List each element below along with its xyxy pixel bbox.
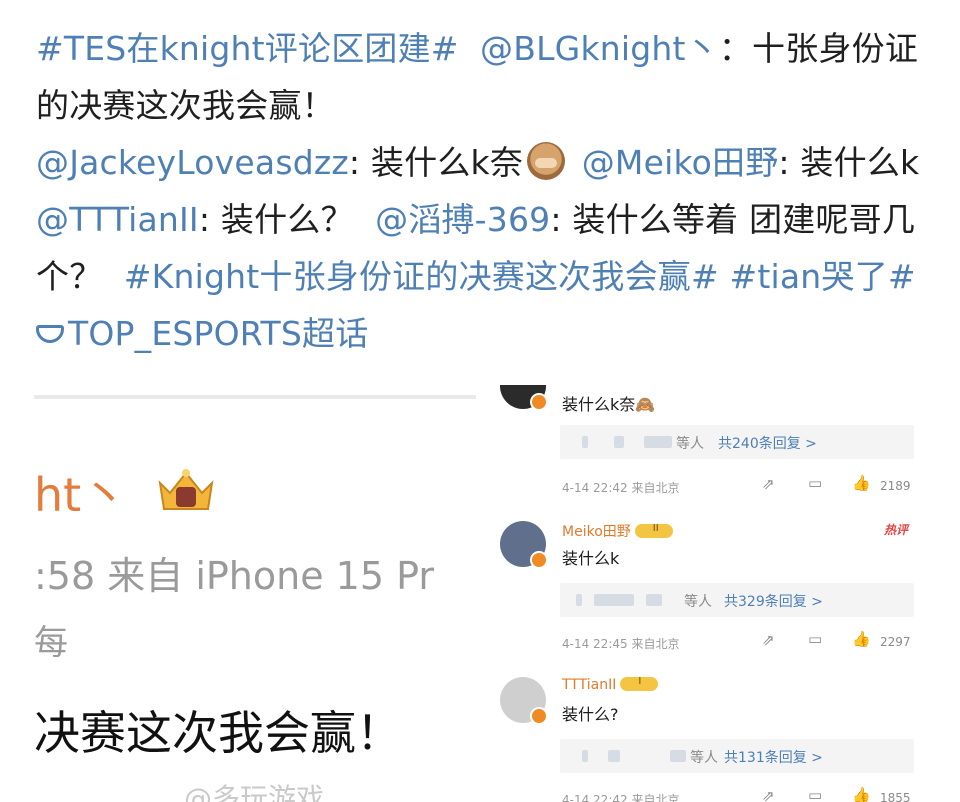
comment-time-location: 4-14 22:42 来自北京 — [562, 793, 680, 802]
reply-count[interactable]: 共240条回复 > — [718, 433, 817, 453]
reply-text-1: : 装什么k奈 — [348, 143, 524, 182]
like-count: 1855 — [880, 791, 911, 802]
reply-summary-box[interactable]: 等人 共329条回复 > — [560, 583, 914, 617]
commenter-name-text: TTTianII — [562, 677, 617, 693]
post-meta-fragment: :58 来自 iPhone 15 Pr — [34, 554, 434, 598]
divider — [34, 395, 476, 399]
post-text: #TES在knight评论区团建# @BLGknight丶：十张身份证的决赛这次… — [36, 20, 926, 362]
blurred-name — [670, 750, 686, 762]
comment-text: 装什么k — [562, 549, 620, 568]
supertopic-link[interactable]: TOP_ESPORTS超话 — [36, 314, 368, 353]
commenter-name[interactable]: Meiko田野 II — [562, 521, 673, 541]
reply-text-2: : 装什么k — [778, 143, 920, 182]
author-name-fragment: ht丶 — [34, 468, 128, 522]
hot-comment-badge: 热评 — [883, 523, 908, 537]
blurred-name — [646, 594, 662, 606]
hashtag-tian[interactable]: #tian哭了# — [730, 257, 916, 296]
hashtag-tes[interactable]: #TES在knight评论区团建# — [36, 29, 459, 68]
reply-count[interactable]: 共329条回复 > — [724, 591, 823, 611]
reply-text-3: : 装什么？ — [198, 200, 354, 239]
share-icon[interactable]: ⇗ — [762, 475, 775, 493]
reply-names: 等人 — [690, 750, 718, 766]
blurred-name — [644, 436, 672, 448]
level-badge-icon: I — [620, 676, 659, 691]
blurred-name — [614, 436, 624, 448]
reply-summary-box[interactable]: 等人 共131条回复 > — [560, 739, 914, 773]
left-screenshot: ht丶 :58 来自 iPhone 15 Pr 每 决赛这次我会赢！ @多玩游戏 — [34, 385, 476, 802]
comment-icon[interactable]: ▭ — [808, 786, 822, 802]
share-icon[interactable]: ⇗ — [762, 631, 775, 649]
like-icon[interactable]: 👍 — [852, 474, 871, 492]
crown-badge-icon — [158, 469, 214, 510]
comments-screenshot: 装什么k奈🙈 等人 共240条回复 > 4-14 22:42 来自北京 ⇗ ▭ … — [496, 385, 926, 802]
comment-text: 装什么k奈🙈 — [562, 395, 656, 414]
level-badge-icon: II — [634, 523, 673, 538]
commenter-name[interactable]: TTTianII I — [562, 676, 659, 693]
avatar[interactable] — [500, 677, 548, 725]
post-body-fragment: 决赛这次我会赢！ — [34, 706, 402, 760]
comment-time-location: 4-14 22:42 来自北京 — [562, 481, 680, 495]
like-icon[interactable]: 👍 — [852, 786, 871, 802]
mention-meiko[interactable]: @Meiko田野 — [582, 143, 779, 182]
blurred-name — [608, 750, 620, 762]
reply-summary-box[interactable]: 等人 共240条回复 > — [560, 425, 914, 459]
reply-count[interactable]: 共131条回复 > — [724, 747, 823, 767]
monkey-emoji-icon — [527, 142, 566, 180]
watermark: @多玩游戏 — [184, 782, 325, 802]
comment-icon[interactable]: ▭ — [808, 630, 822, 648]
blurred-name — [582, 750, 588, 762]
mention-tttian[interactable]: @TTTianII — [36, 200, 199, 239]
supertopic-diamond-icon — [36, 325, 64, 343]
commenter-name-text: Meiko田野 — [562, 524, 631, 540]
verified-badge-icon — [530, 551, 548, 569]
like-icon[interactable]: 👍 — [852, 630, 871, 648]
location-fragment: 每 — [34, 623, 68, 663]
verified-badge-icon — [530, 393, 548, 411]
share-icon[interactable]: ⇗ — [762, 787, 775, 802]
blurred-name — [594, 594, 634, 606]
reply-names: 等人 — [684, 594, 712, 610]
supertopic-label: TOP_ESPORTS超话 — [68, 314, 369, 353]
comment-time-location: 4-14 22:45 来自北京 — [562, 637, 680, 651]
avatar[interactable] — [500, 521, 548, 569]
blurred-name — [582, 436, 588, 448]
comment-text: 装什么? — [562, 705, 619, 724]
like-count: 2297 — [880, 635, 911, 649]
reply-names: 等人 — [676, 436, 704, 452]
blurred-name — [576, 594, 582, 606]
mention-jackeylove[interactable]: @JackeyLoveasdzz — [36, 143, 349, 182]
verified-badge-icon — [530, 707, 548, 725]
like-count: 2189 — [880, 479, 911, 493]
mention-taobo[interactable]: @滔搏-369 — [375, 200, 550, 239]
avatar[interactable] — [500, 385, 548, 411]
hashtag-knight[interactable]: #Knight十张身份证的决赛这次我会赢# — [124, 257, 719, 296]
mention-blgknight[interactable]: @BLGknight丶 — [480, 29, 719, 68]
comment-icon[interactable]: ▭ — [808, 474, 822, 492]
